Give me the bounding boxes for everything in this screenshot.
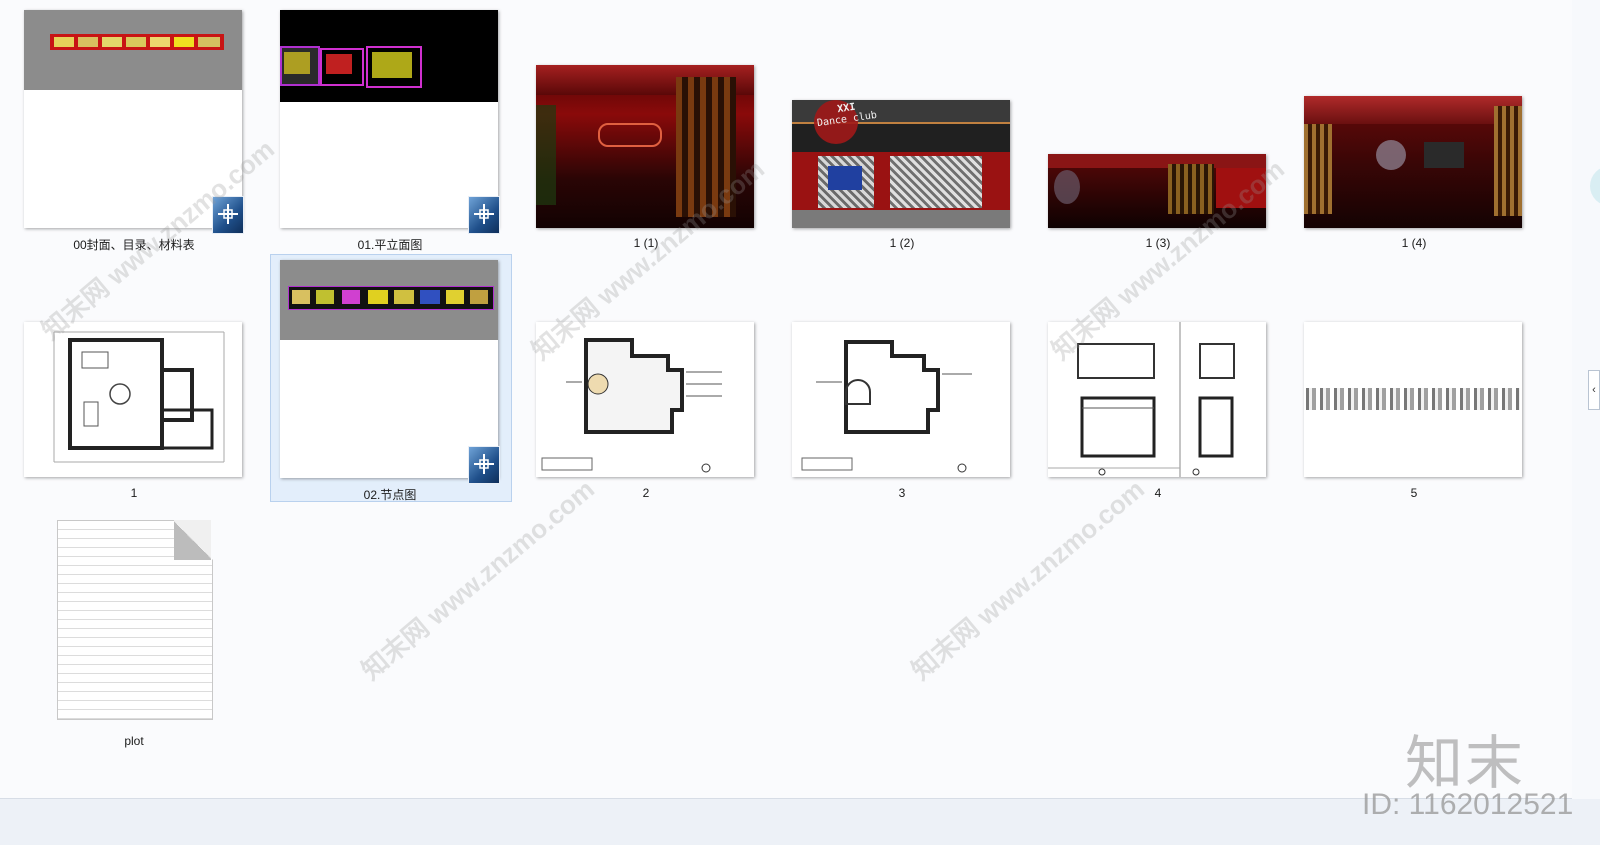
file-label: 00封面、目录、材料表 (73, 238, 195, 252)
file-thumbnail (24, 322, 242, 477)
file-item-plan-4[interactable]: 4 (1048, 322, 1288, 502)
file-item-render-4[interactable]: 1 (4) (1304, 10, 1544, 250)
file-item-cover[interactable]: 00封面、目录、材料表 (24, 10, 264, 252)
side-panel-tab[interactable] (1590, 166, 1600, 206)
file-label: 01.平立面图 (357, 238, 423, 252)
autocad-file-icon (212, 196, 244, 234)
render-thumbnail (536, 65, 754, 228)
file-item-plan-2[interactable]: 2 (536, 322, 776, 502)
file-label: 1 (1) (633, 236, 659, 250)
file-item-plan-1[interactable]: 1 (24, 322, 264, 502)
file-thumbnail (792, 322, 1010, 477)
file-thumbnail (536, 322, 754, 477)
file-label: plot (124, 734, 144, 748)
autocad-file-icon (468, 196, 500, 234)
file-item-details[interactable]: 02.节点图 (270, 254, 520, 502)
file-item-plot[interactable]: plot (24, 518, 264, 758)
file-label: 4 (1154, 486, 1162, 500)
file-item-plan-3[interactable]: 3 (792, 322, 1032, 502)
render-thumbnail (1048, 154, 1266, 228)
file-thumbnail (280, 260, 498, 478)
file-item-render-1[interactable]: 1 (1) (536, 10, 776, 250)
file-label: 2 (642, 486, 650, 500)
file-thumbnail (1048, 322, 1266, 477)
file-label: 3 (898, 486, 906, 500)
chevron-left-icon[interactable]: ‹ (1588, 370, 1600, 410)
file-label: 1 (2) (889, 236, 915, 250)
file-item-render-3[interactable]: 1 (3) (1048, 10, 1288, 250)
file-browser-pane: 00封面、目录、材料表 01.平立面图 1 (1) XXI Dance club… (0, 0, 1572, 799)
render-thumbnail: XXI Dance club (792, 100, 1010, 228)
status-bar (0, 799, 1600, 845)
image-id-text: ID: 1162012521 (1362, 788, 1574, 821)
autocad-file-icon (468, 446, 500, 484)
file-thumbnail (280, 10, 498, 228)
file-item-render-2[interactable]: XXI Dance club 1 (2) (792, 10, 1032, 250)
file-item-plan-elevation[interactable]: 01.平立面图 (280, 10, 520, 252)
file-thumbnail (24, 10, 242, 228)
file-item-plan-5[interactable]: 5 (1304, 322, 1544, 502)
file-thumbnail (1304, 322, 1522, 477)
file-label: 1 (3) (1145, 236, 1171, 250)
file-label: 5 (1410, 486, 1418, 500)
render-thumbnail (1304, 96, 1522, 228)
file-label: 1 (4) (1401, 236, 1427, 250)
page-curl (174, 520, 211, 560)
file-label: 1 (130, 486, 138, 500)
file-label: 02.节点图 (363, 488, 417, 502)
